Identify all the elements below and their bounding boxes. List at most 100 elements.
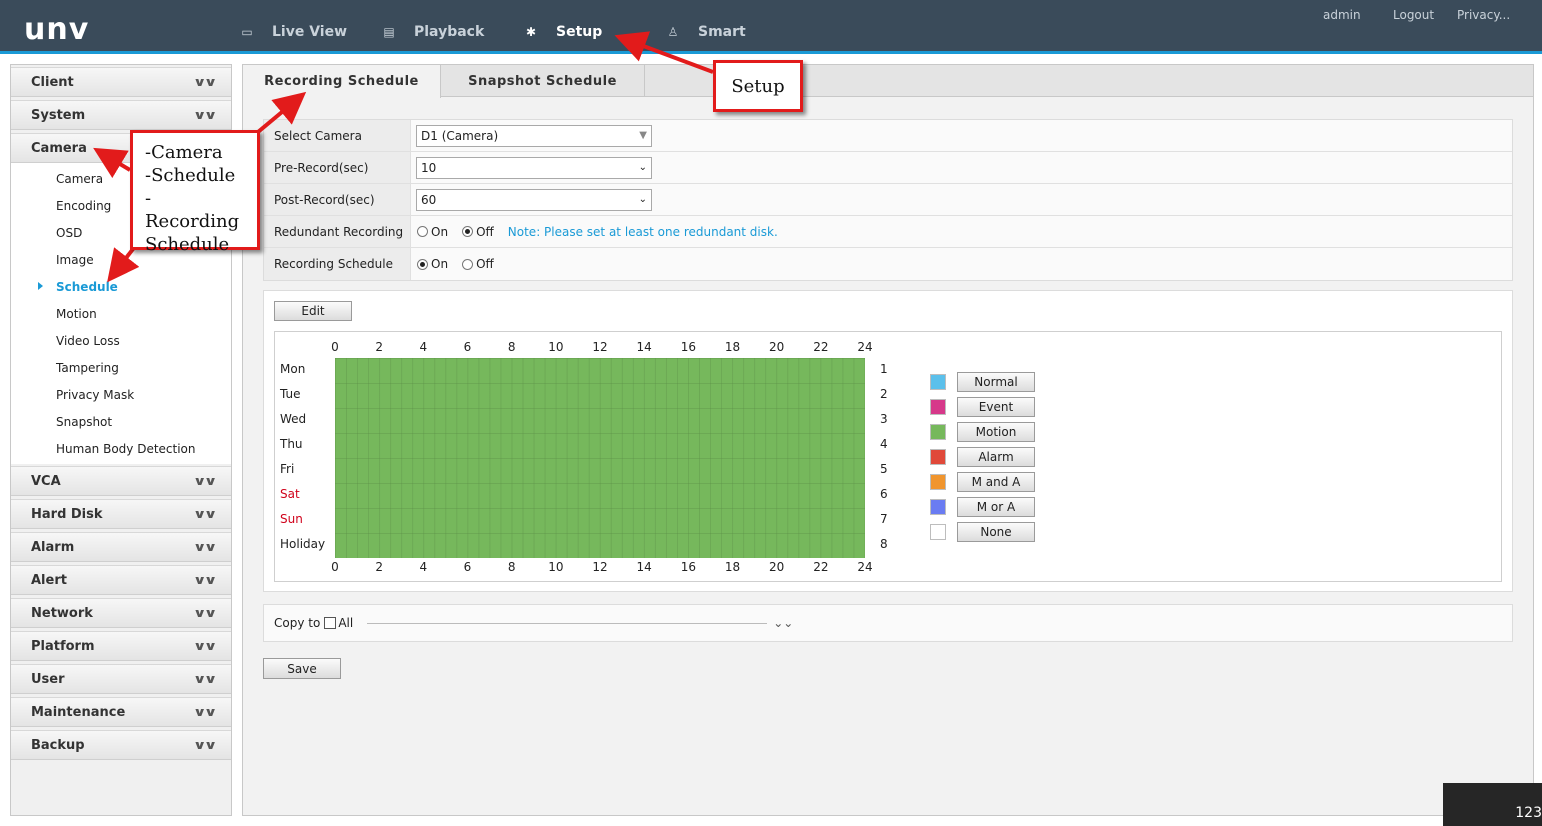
radio-label: Off [476,224,494,239]
hour-tick-bottom: 4 [419,560,428,574]
logout-link[interactable]: Logout [1393,8,1434,22]
pre-record-select[interactable]: 10 ⌄ [416,156,652,179]
sidebar-section-alert[interactable]: Alert ∨∨ [11,565,231,595]
dropdown-arrow-icon: ▼ [639,130,647,141]
chevron-down-icon: ∨∨ [192,507,216,521]
post-record-select[interactable]: 60 ⌄ [416,188,652,211]
hour-tick-bottom: 8 [507,560,516,574]
hour-tick-bottom: 18 [724,560,741,574]
legend-button-m-and-a[interactable]: M and A [957,472,1035,492]
chevron-down-icon: ∨∨ [192,573,216,587]
select-camera-dropdown[interactable]: D1 (Camera) ▼ [416,124,652,147]
section-label: Maintenance [31,704,126,720]
hour-tick-top: 8 [507,340,516,354]
chevron-down-icon: ∨∨ [192,705,216,719]
radio-circle [417,226,428,237]
pre-record-label: Pre-Record(sec) [264,152,411,183]
hour-tick-bottom: 2 [375,560,383,574]
redundant-recording-row: Redundant Recording On Off Note: Please … [264,216,1512,248]
chevron-down-icon[interactable]: ⌄⌄ [773,616,793,630]
copy-all-checkbox[interactable] [324,617,337,629]
nav-live-view[interactable]: ▭ Live View [240,22,347,42]
active-nav-indicator [504,51,624,54]
nav-setup[interactable]: ✱ Setup [524,22,602,42]
sidebar-section-platform[interactable]: Platform ∨∨ [11,631,231,661]
hour-tick-top: 24 [857,340,873,354]
chevron-down-icon: ⌄ [638,194,647,205]
day-index: 8 [880,537,888,551]
sidebar-item-tampering[interactable]: Tampering [11,354,231,381]
sidebar-section-hard-disk[interactable]: Hard Disk ∨∨ [11,499,231,529]
chevron-down-icon: ∨∨ [192,474,216,488]
callout-line: -Recording [145,188,240,232]
schedule-chart: 0 2 4 6 8 10 12 14 16 18 20 22 24 0 2 4 6 8 10 12 14 16 18 20 2… [274,331,1502,582]
callout-line: Schedule [145,234,230,255]
schedule-panel: Edit 0 2 4 6 8 10 12 14 16 18 20 22 24 0 2 4 6 8 10 12 14 16… [263,290,1513,592]
hour-tick-top: 20 [769,340,785,354]
hour-tick-bottom: 10 [548,560,564,574]
legend-swatch [930,399,946,415]
section-label: Backup [31,737,85,753]
redundant-note: Note: Please set at least one redundant … [507,224,778,239]
legend-swatch [930,374,946,390]
sidebar-item-motion[interactable]: Motion [11,300,231,327]
legend-swatch [930,474,946,490]
legend-swatch [930,499,946,515]
copy-all-label: All [338,616,354,630]
recording-schedule-label: Recording Schedule [264,248,411,280]
film-icon: ▤ [383,25,395,39]
sidebar-item-human-body-detection[interactable]: Human Body Detection [11,435,231,462]
sidebar-section-system[interactable]: System ∨∨ [11,100,231,130]
day-index: 4 [880,437,888,451]
privacy-link[interactable]: Privacy... [1457,8,1510,22]
sidebar-item-snapshot[interactable]: Snapshot [11,408,231,435]
sidebar-section-alarm[interactable]: Alarm ∨∨ [11,532,231,562]
pre-record-row: Pre-Record(sec) 10 ⌄ [264,152,1512,184]
chevron-down-icon: ∨∨ [192,738,216,752]
radio-label: On [431,224,449,239]
day-label: Thu [280,437,303,451]
redundant-off-radio[interactable]: Off [462,225,494,239]
legend-button-none[interactable]: None [957,522,1035,542]
schedule-grid[interactable] [335,358,865,558]
save-button[interactable]: Save [263,658,341,679]
redundant-on-radio[interactable]: On [417,225,448,239]
sidebar-section-network[interactable]: Network ∨∨ [11,598,231,628]
edit-button[interactable]: Edit [274,301,352,321]
legend-button-alarm[interactable]: Alarm [957,447,1035,467]
legend-button-m-or-a[interactable]: M or A [957,497,1035,517]
chevron-down-icon: ∨∨ [192,606,216,620]
sidebar-section-backup[interactable]: Backup ∨∨ [11,730,231,760]
radio-circle-selected [462,226,474,237]
legend-swatch [930,449,946,465]
hour-tick-top: 0 [331,340,339,354]
tab-snapshot-schedule[interactable]: Snapshot Schedule [441,65,645,97]
sidebar-item-privacy-mask[interactable]: Privacy Mask [11,381,231,408]
sidebar-section-user[interactable]: User ∨∨ [11,664,231,694]
sidebar-item-video-loss[interactable]: Video Loss [11,327,231,354]
schedule-on-radio[interactable]: On [417,257,448,271]
day-index: 6 [880,487,888,501]
nav-playback[interactable]: ▤ Playback [382,22,484,42]
day-index: 3 [880,412,888,426]
chevron-down-icon: ∨∨ [192,540,216,554]
admin-link[interactable]: admin [1323,8,1361,22]
sidebar-item-schedule[interactable]: Schedule [11,273,231,300]
legend-button-event[interactable]: Event [957,397,1035,417]
sidebar-section-maintenance[interactable]: Maintenance ∨∨ [11,697,231,727]
monitor-icon: ▭ [241,25,253,39]
sidebar-section-client[interactable]: Client ∨∨ [11,67,231,97]
setup-callout: Setup [713,60,803,112]
legend-button-motion[interactable]: Motion [957,422,1035,442]
schedule-off-radio[interactable]: Off [462,257,494,271]
tab-recording-schedule[interactable]: Recording Schedule [243,65,441,98]
legend-button-normal[interactable]: Normal [957,372,1035,392]
section-label: Network [31,605,93,621]
nav-smart[interactable]: ♙ Smart [666,22,746,42]
top-navigation-bar: unv ▭ Live View ▤ Playback ✱ Setup ♙ Sma… [0,0,1542,54]
sidebar-section-vca[interactable]: VCA ∨∨ [11,466,231,496]
legend-swatch [930,424,946,440]
recording-settings-form: Select Camera D1 (Camera) ▼ Pre-Record(s… [263,119,1513,281]
divider [367,622,768,624]
day-index: 2 [880,387,888,401]
